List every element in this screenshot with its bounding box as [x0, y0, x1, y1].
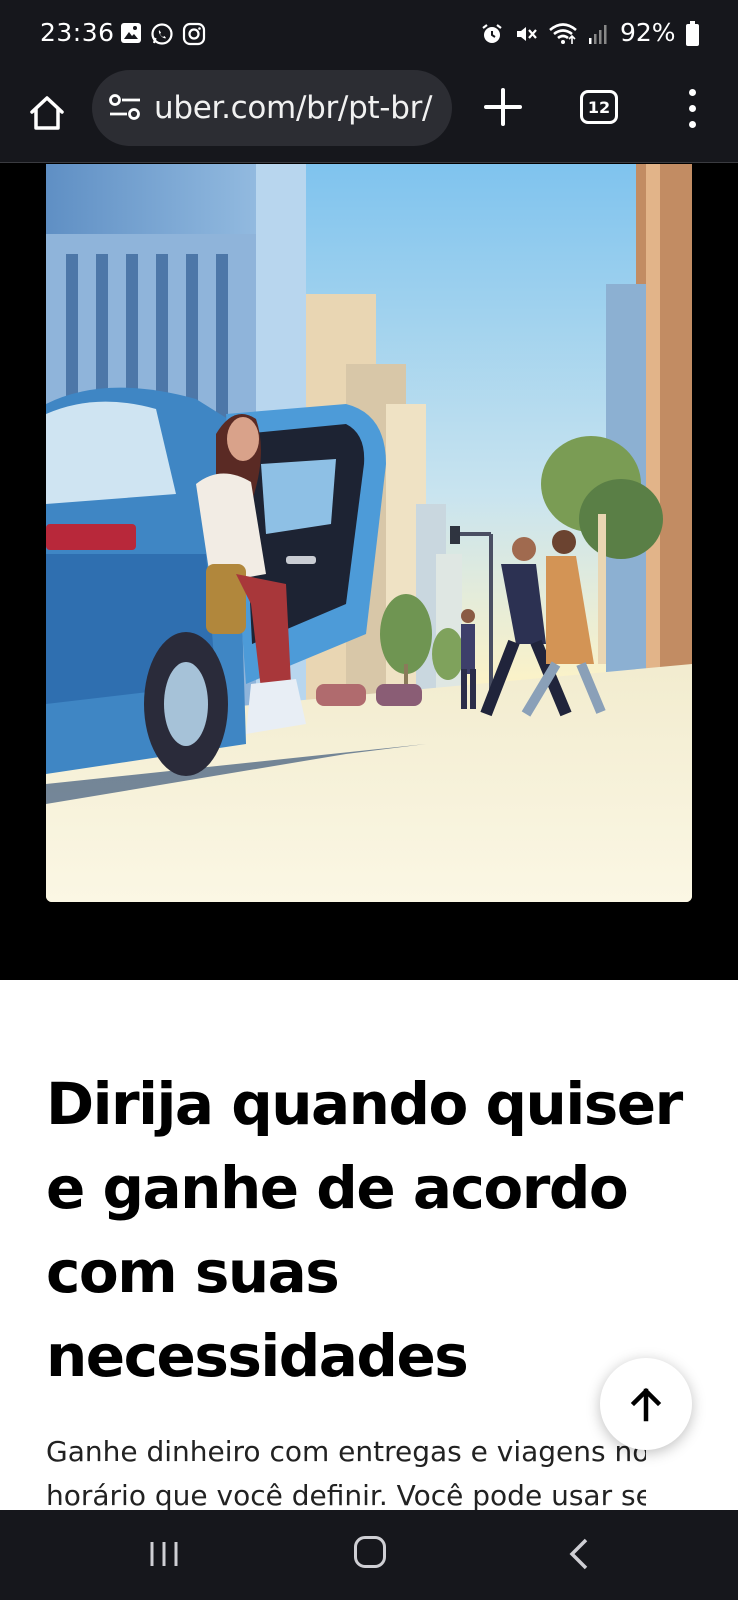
home-button[interactable]	[22, 88, 72, 138]
hero-illustration	[46, 164, 692, 902]
wifi-icon	[549, 23, 577, 44]
mute-icon	[517, 27, 537, 41]
signal-icon	[589, 25, 607, 44]
new-tab-icon[interactable]	[480, 84, 526, 130]
more-menu-icon[interactable]	[678, 84, 706, 132]
battery-percentage: 92%	[620, 18, 676, 47]
body-text-line-1: Ganhe dinheiro com entregas e viagens no	[46, 1435, 646, 1468]
battery-icon	[686, 21, 699, 46]
body-text: Ganhe dinheiro com entregas e viagens no…	[46, 1430, 646, 1518]
browser-toolbar: uber.com/br/pt-br/ 12	[0, 70, 738, 163]
whatsapp-icon	[151, 23, 173, 45]
notification-icons	[120, 22, 206, 46]
page-headline: Dirija quando quiser e ganhe de acordo c…	[46, 1070, 683, 1390]
gallery-icon	[121, 23, 141, 43]
site-settings-icon[interactable]	[108, 92, 142, 122]
back-icon[interactable]	[566, 1536, 594, 1572]
recents-icon[interactable]	[148, 1540, 180, 1568]
system-icons	[480, 22, 608, 46]
instagram-icon	[182, 22, 206, 46]
status-bar: 23:36 92%	[0, 0, 738, 70]
address-bar[interactable]: uber.com/br/pt-br/	[92, 70, 452, 146]
tab-count: 12	[587, 97, 611, 117]
scroll-to-top-button[interactable]	[600, 1358, 692, 1450]
city-street-illustration	[46, 164, 692, 902]
url-text[interactable]: uber.com/br/pt-br/	[154, 90, 432, 126]
content-section: Dirija quando quiser e ganhe de acordo c…	[0, 980, 738, 1512]
alarm-icon	[482, 24, 502, 43]
hero-section	[0, 164, 738, 980]
system-navigation-bar	[0, 1510, 738, 1600]
tab-switcher-button[interactable]: 12	[580, 90, 618, 124]
status-time: 23:36	[40, 18, 115, 47]
arrow-up-icon	[630, 1387, 662, 1422]
home-icon	[30, 96, 64, 130]
home-nav-icon[interactable]	[354, 1536, 386, 1568]
